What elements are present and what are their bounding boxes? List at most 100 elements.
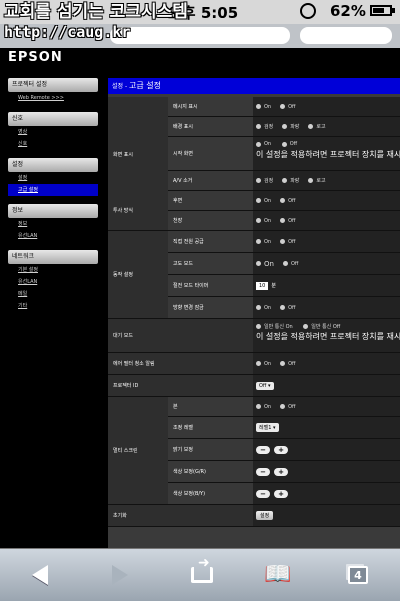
radio-black[interactable]: 검정 (256, 123, 273, 130)
row-sleep-timer: 절전 모드 타이머 10 분 (108, 275, 400, 297)
radio-on[interactable]: On (256, 198, 271, 204)
radio-off[interactable]: Off (282, 261, 298, 267)
radio-on[interactable]: On (256, 361, 271, 367)
radio-off[interactable]: Off (280, 361, 296, 367)
label-message: 메시지 표시 (168, 97, 253, 117)
back-arrow-icon (32, 565, 48, 585)
radio-on[interactable]: On (256, 239, 271, 245)
sidebar-section-info: 정보 정보 유선LAN (8, 204, 98, 242)
row-standby: 대기 모드 일반 통신 On 일반 통신 Off 이 설정을 적용하려면 프로젝… (108, 319, 400, 353)
radio-on[interactable]: On (256, 141, 271, 147)
row-multi-on: 본 On Off (108, 397, 400, 417)
breadcrumb: 설정 - (112, 83, 130, 90)
label-adjust-level: 조정 레벨 (168, 417, 253, 439)
radio-on[interactable]: On (256, 305, 271, 311)
projector-id-select[interactable]: Off (256, 381, 274, 390)
radio-off[interactable]: Off (280, 198, 296, 204)
sidebar-item-web-remote[interactable]: Web Remote >>> (8, 92, 98, 104)
back-button[interactable] (20, 559, 60, 591)
radio-black[interactable]: 검정 (256, 177, 273, 184)
reset-button[interactable]: 설정 (256, 511, 274, 520)
row-ceiling: 천장 On Off (108, 211, 400, 231)
radio-logo[interactable]: 로고 (308, 123, 326, 130)
label-filter: 에어 필터 청소 알림 (108, 353, 253, 375)
sidebar-heading: 설정 (8, 158, 98, 172)
radio-normal-off[interactable]: 일반 통신 Off (303, 323, 340, 330)
timer-unit: 분 (271, 283, 276, 289)
sidebar-item-info[interactable]: 정보 (8, 218, 98, 230)
sidebar-item-basic[interactable]: 기본 설정 (8, 264, 98, 276)
label-rear: 후면 (168, 191, 253, 211)
sidebar-item-signal[interactable]: 신호 (8, 138, 98, 150)
label-projector-id: 프로젝터 ID (108, 375, 253, 397)
sidebar-section-projector: 프로젝터 설정 Web Remote >>> (8, 78, 98, 104)
label-sleep-timer: 절전 모드 타이머 (168, 275, 253, 297)
row-adjust-level: 조정 레벨 레벨1 (108, 417, 400, 439)
row-av-mute: A/V 소거 검정 파랑 로고 (108, 171, 400, 191)
share-button[interactable] (182, 555, 222, 591)
plus-button[interactable]: + (274, 489, 288, 498)
sidebar-heading: 프로젝터 설정 (8, 78, 98, 92)
radio-off[interactable]: Off (280, 104, 296, 110)
sidebar-heading: 네트워크 (8, 250, 98, 264)
label-multi-on: 본 (168, 397, 253, 417)
radio-off[interactable]: Off (280, 218, 296, 224)
watermark-url: http://caug.kr (4, 23, 131, 41)
label-startup: 시작 화면 (168, 137, 253, 171)
label-color-gr: 색상 보정(G/R) (168, 461, 253, 483)
sidebar-heading: 정보 (8, 204, 98, 218)
tabs-button[interactable]: 4 (338, 559, 378, 591)
radio-on[interactable]: On (256, 404, 271, 410)
radio-on[interactable]: On (256, 104, 271, 110)
search-field[interactable] (300, 27, 392, 44)
radio-off[interactable]: Off (280, 305, 296, 311)
sidebar-section-signal: 신호 영상 신호 (8, 112, 98, 150)
tabs-icon: 4 (348, 566, 368, 584)
bookmarks-button[interactable]: 📖 (258, 559, 298, 591)
plus-button[interactable]: + (274, 467, 288, 476)
settings-panel: 설정 - 고급 설정 화면 표시 메시지 표시 On Off 배경 표시 검정 … (108, 78, 400, 548)
label-reset: 초기화 (108, 505, 253, 527)
sidebar-item-wired-lan[interactable]: 유선LAN (8, 230, 98, 242)
minus-button[interactable]: − (256, 489, 270, 498)
minus-button[interactable]: − (256, 445, 270, 454)
radio-off[interactable]: Off (280, 239, 296, 245)
minus-button[interactable]: − (256, 467, 270, 476)
radio-logo[interactable]: 로고 (308, 177, 326, 184)
row-high-altitude: 고도 모드 On Off (108, 253, 400, 275)
browser-toolbar: 📖 4 (0, 548, 400, 601)
label-av-mute: A/V 소거 (168, 171, 253, 191)
row-background: 배경 표시 검정 파랑 로고 (108, 117, 400, 137)
label-key-lock: 방향 변경 잠금 (168, 297, 253, 319)
forward-button[interactable] (100, 559, 140, 591)
sidebar-item-image[interactable]: 영상 (8, 126, 98, 138)
sidebar-section-network: 네트워크 기본 설정 유선LAN 메일 기타 (8, 250, 98, 312)
radio-off[interactable]: Off (280, 404, 296, 410)
sidebar-item-settings[interactable]: 설정 (8, 172, 98, 184)
radio-blue[interactable]: 파랑 (282, 123, 299, 130)
radio-normal-on[interactable]: 일반 통신 On (256, 323, 293, 330)
radio-on[interactable]: On (256, 260, 274, 268)
sidebar-heading: 신호 (8, 112, 98, 126)
plus-button[interactable]: + (274, 445, 288, 454)
radio-on[interactable]: On (256, 218, 271, 224)
book-icon: 📖 (264, 562, 292, 587)
sidebar-item-other[interactable]: 기타 (8, 300, 98, 312)
label-background: 배경 표시 (168, 117, 253, 137)
adjust-level-select[interactable]: 레벨1 (256, 423, 279, 432)
sidebar-section-settings: 설정 설정 고급 설정 (8, 158, 98, 196)
forward-arrow-icon (112, 565, 128, 585)
row-rear: 후면 On Off (108, 191, 400, 211)
row-reset: 초기화 설정 (108, 505, 400, 527)
sidebar-item-mail[interactable]: 메일 (8, 288, 98, 300)
row-color-by: 색상 보정(B/Y) − + (108, 483, 400, 505)
sidebar-item-net-lan[interactable]: 유선LAN (8, 276, 98, 288)
row-key-lock: 방향 변경 잠금 On Off (108, 297, 400, 319)
radio-blue[interactable]: 파랑 (282, 177, 299, 184)
radio-off[interactable]: Off (281, 141, 297, 147)
panel-header: 설정 - 고급 설정 (108, 78, 400, 94)
timer-input[interactable]: 10 (256, 281, 269, 290)
page-title: 고급 설정 (129, 81, 162, 90)
restart-note: 이 설정을 적용하려면 프로젝터 장치를 재시 (256, 149, 400, 159)
sidebar-item-advanced[interactable]: 고급 설정 (8, 184, 98, 196)
